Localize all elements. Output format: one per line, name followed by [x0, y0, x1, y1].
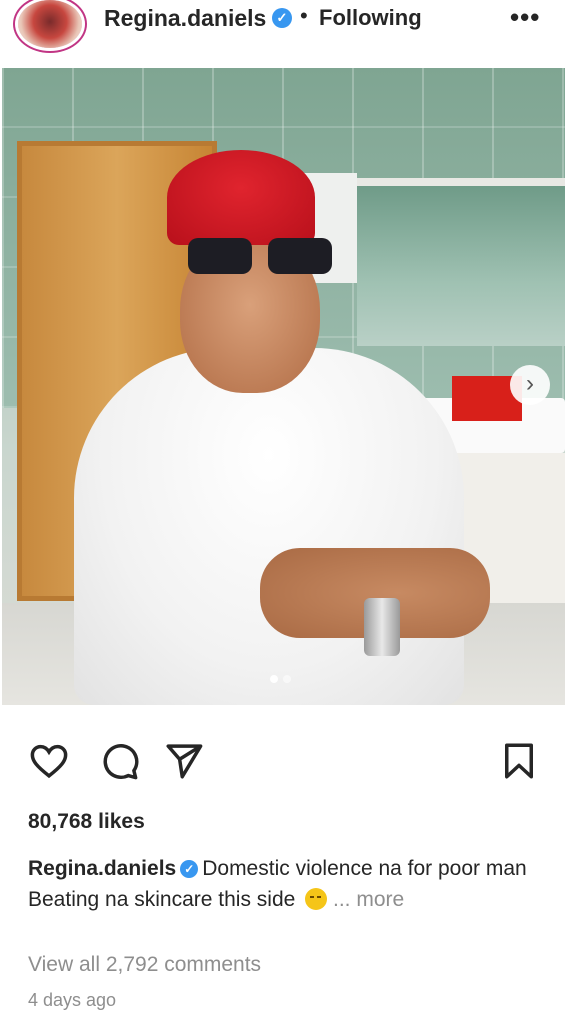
carousel-dot-active [270, 675, 278, 683]
photo-mirror [357, 178, 565, 346]
send-icon[interactable] [163, 740, 205, 782]
comment-icon[interactable] [98, 740, 140, 782]
photo-person-hat [167, 150, 315, 245]
username-link[interactable]: Regina.daniels [104, 5, 266, 32]
carousel-next-button[interactable]: › [510, 365, 550, 405]
following-button[interactable]: Following [319, 5, 422, 31]
carousel-indicators [270, 670, 296, 688]
profile-avatar[interactable] [18, 0, 82, 48]
post-timestamp: 4 days ago [28, 990, 117, 1010]
action-bar [0, 705, 567, 805]
view-comments-link[interactable]: View all 2,792 comments [28, 953, 261, 977]
caption-line-1: Domestic violence na for poor man [202, 857, 527, 880]
post-image[interactable]: › [2, 68, 565, 705]
heart-icon[interactable] [28, 740, 70, 782]
more-options-icon[interactable]: ••• [510, 2, 540, 33]
post-caption: Regina.daniels ✓ Domestic violence na for … [28, 853, 548, 915]
photo-sunglasses [188, 238, 336, 278]
verified-badge-icon: ✓ [272, 8, 292, 28]
photo-person-shirt [74, 348, 464, 705]
header-separator: • [300, 3, 308, 28]
caption-more-link[interactable]: ... more [333, 888, 404, 911]
carousel-dot [283, 675, 291, 683]
caption-line-2: Beating na skincare this side [28, 888, 296, 911]
photo-watch [364, 598, 400, 656]
likes-count[interactable]: 80,768 likes [28, 810, 145, 834]
post-header: Regina.daniels ✓ • Following ••• [0, 0, 567, 66]
smirking-face-emoji-icon [305, 888, 328, 910]
verified-badge-icon: ✓ [180, 860, 199, 878]
caption-username[interactable]: Regina.daniels [28, 857, 176, 880]
bookmark-icon[interactable] [498, 740, 540, 782]
